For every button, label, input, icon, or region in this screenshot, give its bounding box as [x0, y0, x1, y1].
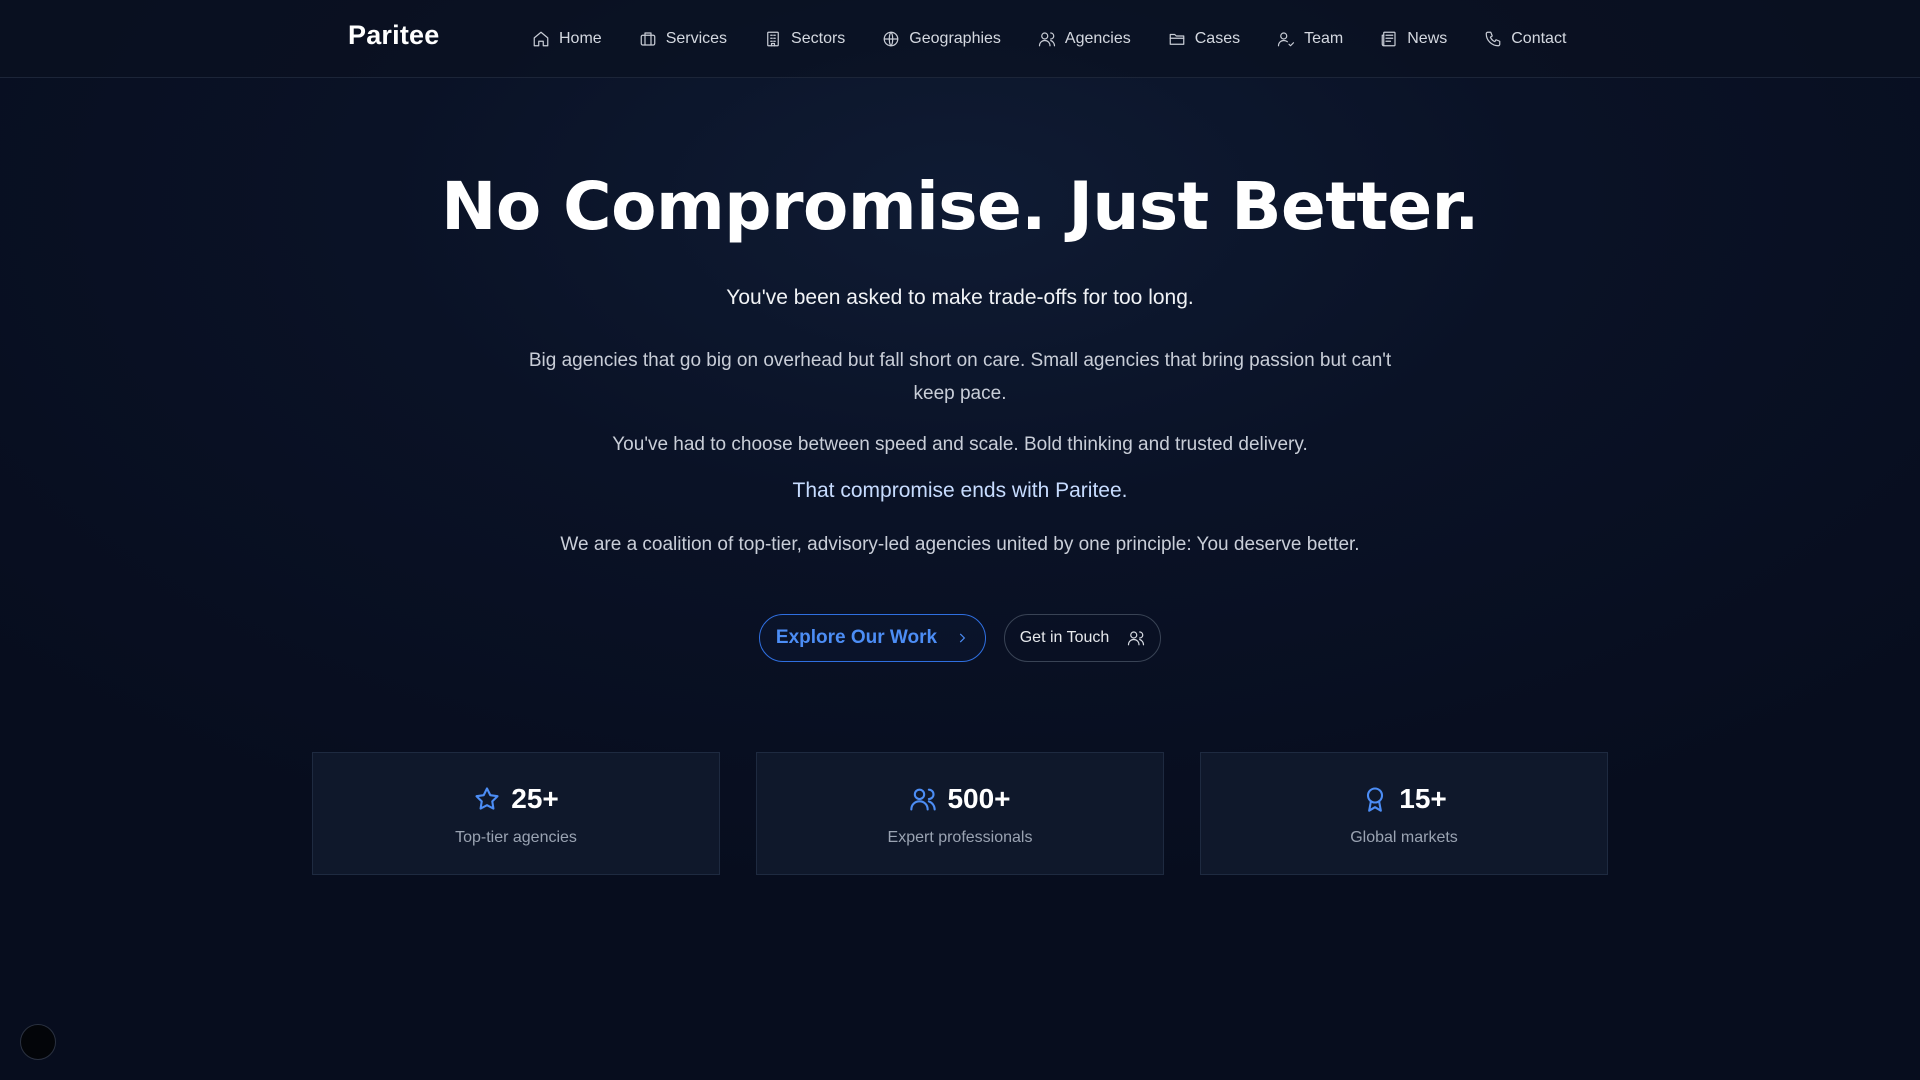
get-in-touch-label: Get in Touch — [1019, 629, 1110, 646]
users-icon — [1128, 631, 1145, 646]
chevron-right-icon — [959, 633, 966, 643]
get-in-touch-button[interactable]: Get in Touch — [1004, 614, 1161, 662]
nav-item-label: Sectors — [791, 30, 846, 47]
nav-item-label: Services — [665, 30, 728, 47]
stat-header: 15+ — [1201, 783, 1607, 815]
users-icon — [910, 788, 937, 811]
user-check-icon — [1278, 32, 1295, 47]
stat-value: 15+ — [1399, 783, 1447, 814]
nav-item-label: Cases — [1194, 30, 1241, 47]
nav-item-team[interactable]: Team — [1277, 30, 1343, 48]
explore-button-label: Explore Our Work — [775, 627, 938, 648]
stat-label: Global markets — [1350, 829, 1458, 846]
explore-our-work-button[interactable]: Explore Our Work — [759, 614, 986, 662]
newspaper-icon — [1381, 31, 1396, 47]
globe-icon — [883, 31, 899, 47]
phone-icon — [1485, 31, 1501, 47]
hero-paragraph-2: You've had to choose between speed and s… — [612, 434, 1308, 455]
nav-item-home[interactable]: Home — [532, 30, 602, 48]
folder-icon — [1169, 33, 1185, 45]
hero-paragraph-3: We are a coalition of top-tier, advisory… — [560, 534, 1360, 555]
hero-title: No Compromise. Just Better. — [441, 168, 1479, 245]
stat-value: 500+ — [947, 783, 1011, 814]
nav-item-geographies[interactable]: Geographies — [882, 30, 1001, 48]
nav-item-sectors[interactable]: Sectors — [764, 30, 845, 48]
nav-item-services[interactable]: Services — [639, 30, 727, 48]
hero-paragraph-1: Big agencies that go big on overhead but… — [528, 350, 1392, 404]
nav-item-label: News — [1407, 30, 1448, 47]
nav-item-news[interactable]: News — [1380, 30, 1447, 48]
floating-action-button[interactable] — [20, 1024, 56, 1060]
briefcase-icon — [640, 32, 656, 46]
stat-label: Expert professionals — [887, 829, 1033, 846]
user-icon — [1038, 32, 1056, 47]
star-icon — [475, 787, 499, 810]
nav-item-label: Team — [1304, 30, 1344, 47]
stat-header: 500+ — [757, 783, 1163, 815]
award-icon — [1367, 787, 1384, 812]
nav-item-contact[interactable]: Contact — [1484, 30, 1566, 48]
hero-highlight: That compromise ends with Paritee. — [792, 479, 1128, 502]
hero-lead: You've been asked to make trade-offs for… — [726, 286, 1194, 309]
stat-header: 25+ — [313, 783, 719, 815]
brand-logo[interactable]: Paritee — [348, 20, 439, 51]
stat-card-agencies: 25+ Top-tier agencies — [312, 752, 720, 875]
stat-label: Top-tier agencies — [455, 829, 577, 846]
nav-item-label: Agencies — [1064, 30, 1131, 47]
top-navigation: Paritee Home Services Sectors Geographie… — [0, 0, 1920, 78]
nav-links: Home Services Sectors Geographies Agenci… — [532, 27, 1566, 51]
nav-item-label: Home — [559, 30, 602, 47]
nav-item-label: Contact — [1511, 30, 1567, 47]
nav-item-agencies[interactable]: Agencies — [1038, 30, 1131, 48]
building-icon — [767, 31, 779, 47]
nav-item-cases[interactable]: Cases — [1168, 30, 1240, 48]
stat-value: 25+ — [511, 783, 559, 814]
stat-card-professionals: 500+ Expert professionals — [756, 752, 1164, 875]
home-icon — [533, 31, 549, 47]
stat-card-markets: 15+ Global markets — [1200, 752, 1608, 875]
nav-item-label: Geographies — [909, 30, 1001, 47]
